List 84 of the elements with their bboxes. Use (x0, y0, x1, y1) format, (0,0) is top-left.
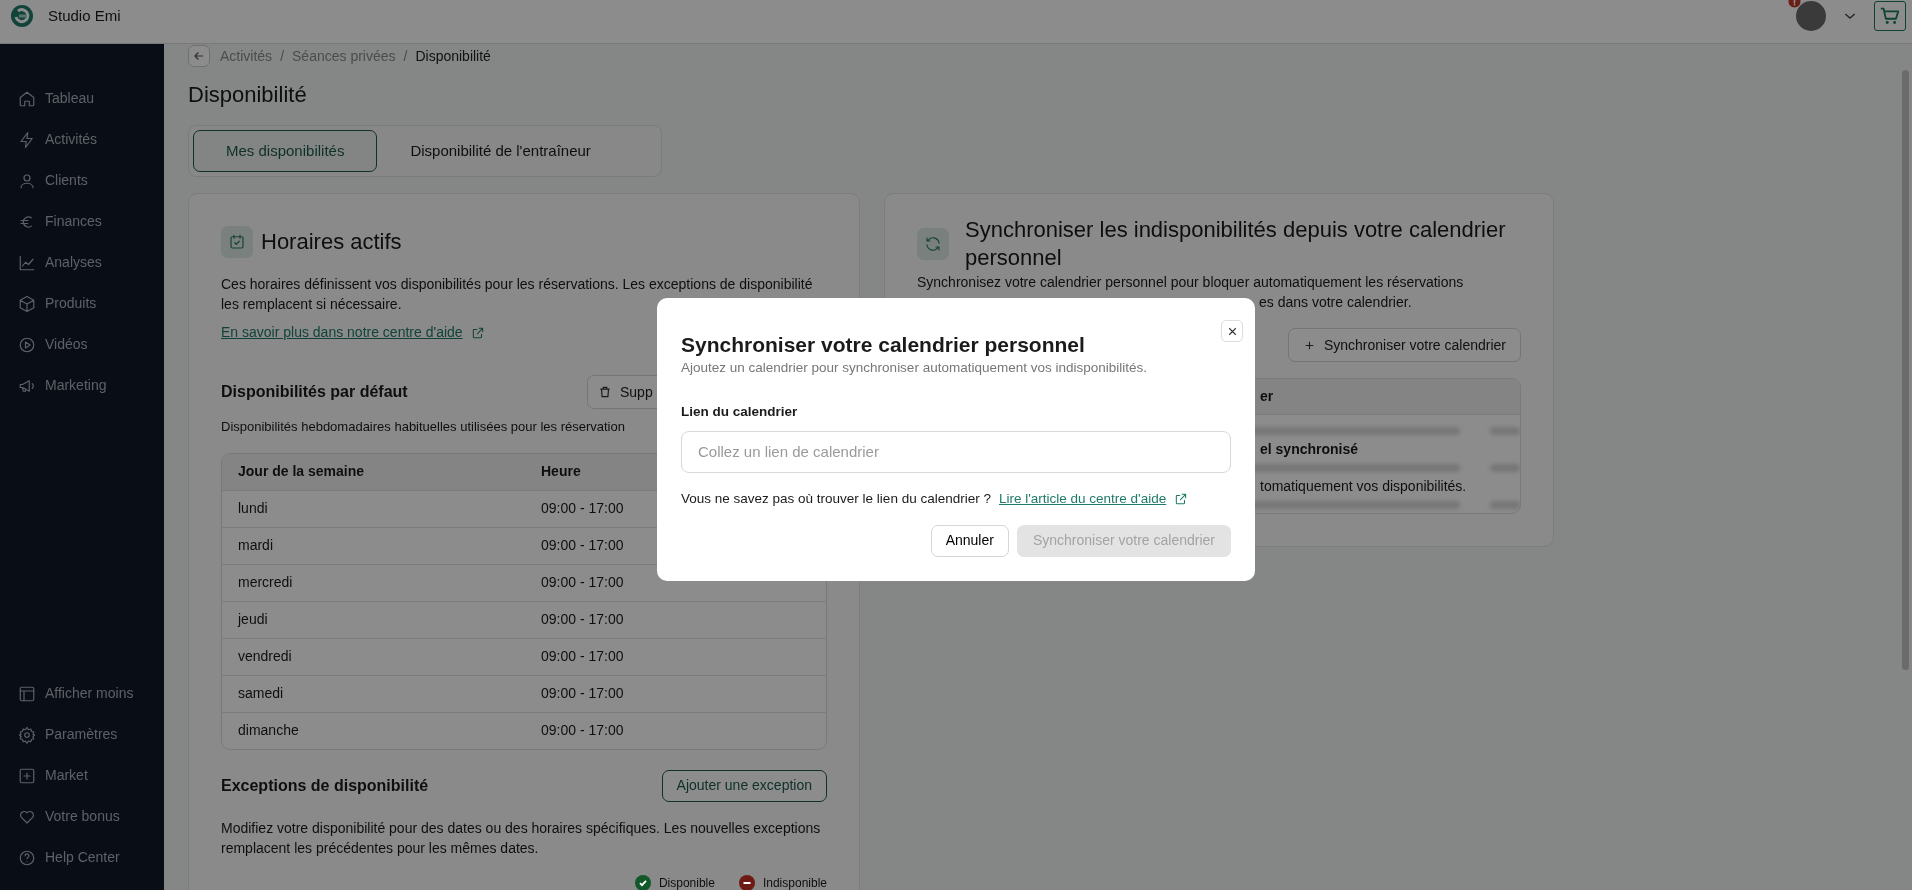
table-cell-text: 09:00 - 17:00 (541, 536, 624, 555)
breadcrumb-link[interactable]: Séances privées (292, 45, 396, 67)
back-button[interactable] (188, 45, 210, 67)
breadcrumb-link[interactable]: Activités (220, 45, 273, 67)
tab[interactable]: Mes disponibilités (193, 130, 378, 172)
section-title: Disponibilités par défaut (221, 382, 408, 402)
table-cell-text: 09:00 - 17:00 (541, 684, 624, 703)
sync-icon (917, 228, 949, 260)
cancel-button[interactable]: Annuler (930, 524, 1009, 557)
empty-state-text: tomatiquement vos disponibilités. (1260, 478, 1467, 494)
help-text: Vous ne savez pas où trouver le lien du calendrier ? (681, 489, 991, 508)
sync-calendar-button[interactable]: Synchroniser votre calendrier (1287, 328, 1521, 362)
help-icon (18, 848, 36, 867)
table-cell-text: vendredi (238, 647, 293, 666)
sidebar-item[interactable]: Market (0, 755, 164, 796)
sidebar-item[interactable]: Activités (0, 119, 164, 160)
add-exception-button[interactable]: Ajouter une exception (661, 769, 827, 802)
sidebar-item[interactable]: Paramètres (0, 714, 164, 755)
card-description: Ces horaires définissent vos disponibilités pour les réservations. Les exceptions de disponibilité les remplacent si nécessaire. (221, 275, 814, 314)
page-title: Disponibilité (188, 81, 308, 109)
brand-name: Studio Emi (48, 6, 121, 26)
table-cell-text: 09:00 - 17:00 (541, 721, 624, 740)
table-cell-text: dimanche (238, 721, 300, 740)
section-description: Modifiez votre disponibilité pour des dates ou des horaires spécifiques. Les nouvelles exceptions remplacent les précédentes pour les mêmes dates. (221, 818, 822, 858)
close-button[interactable] (1221, 320, 1243, 342)
lightning-icon (18, 130, 36, 149)
person-icon (18, 171, 36, 190)
help-link[interactable]: En savoir plus dans notre centre d'aide (221, 322, 485, 343)
sidebar-item[interactable]: Tableau (0, 78, 164, 119)
avatar[interactable] (1796, 1, 1826, 31)
logo-icon (10, 4, 34, 28)
card-title: Synchroniser les indisponibilités depuis votre calendrier personnel (965, 216, 1507, 272)
column-header: Heure (541, 462, 581, 481)
home-icon (18, 89, 36, 108)
column-header: Jour de la semaine (238, 462, 366, 481)
breadcrumb-separator: / (280, 46, 284, 66)
box-icon (18, 294, 36, 313)
card-title: Horaires actifs (261, 228, 402, 256)
table-cell-text: mardi (238, 536, 274, 555)
scrollbar[interactable] (1902, 70, 1909, 670)
empty-state-title: el synchronisé (1260, 441, 1359, 457)
card-description: Synchronisez votre calendrier personnel pour bloquer automatiquement les réservations (917, 273, 1465, 292)
external-link-icon (470, 325, 485, 340)
field-label: Lien du calendrier (681, 403, 799, 422)
cart-button[interactable] (1874, 0, 1906, 31)
sidebar-item[interactable]: Votre bonus (0, 796, 164, 837)
table-cell-text: samedi (238, 684, 285, 703)
table-cell-text: jeudi (238, 610, 269, 629)
table-cell-text: lundi (238, 499, 269, 518)
table-cell-text: 09:00 - 17:00 (541, 647, 624, 666)
trash-icon (598, 385, 612, 399)
table-cell-text: mercredi (238, 573, 294, 592)
section-title: Exceptions de disponibilité (221, 775, 429, 796)
line-chart-icon (18, 253, 36, 272)
table-cell-text: 09:00 - 17:00 (541, 573, 624, 592)
sidebar-item[interactable]: Clients (0, 160, 164, 201)
arrow-left-icon (192, 49, 206, 63)
sidebar-item[interactable]: Produits (0, 283, 164, 324)
panel-icon (18, 684, 36, 703)
sidebar-item[interactable]: Analyses (0, 242, 164, 283)
sidebar-item[interactable]: Help Center (0, 837, 164, 878)
sidebar-item[interactable]: Vidéos (0, 324, 164, 365)
plus-square-icon (18, 766, 36, 785)
card-description: es dans votre calendrier. (1258, 293, 1413, 312)
help-link[interactable]: Lire l'article du centre d'aide (998, 488, 1189, 509)
external-link-icon (1174, 491, 1189, 506)
sidebar-item[interactable]: Finances (0, 201, 164, 242)
section-description: Disponibilités hebdomadaires habituelles utilisées pour les réservation (221, 418, 626, 436)
calendar-icon (221, 226, 253, 258)
sidebar-item[interactable]: Afficher moins (0, 673, 164, 714)
breadcrumb-current: Disponibilité (415, 46, 491, 66)
tab[interactable]: Disponibilité de l'entraîneur (377, 130, 624, 172)
legend-label: Disponible (658, 874, 715, 890)
table-cell-text: 09:00 - 17:00 (541, 610, 624, 629)
column-header: er (1260, 387, 1274, 406)
sidebar-item[interactable]: Marketing (0, 365, 164, 406)
dialog-title: Synchroniser votre calendrier personnel (681, 332, 1086, 358)
table-cell-text: 09:00 - 17:00 (541, 499, 624, 518)
calendar-link-field[interactable]: Collez un lien de calendrier (681, 430, 1231, 473)
dialog-subtitle: Ajoutez un calendrier pour synchroniser automatiquement vos indisponibilités. (681, 359, 1148, 377)
breadcrumb-separator: / (403, 46, 408, 66)
legend-label: Indisponible (762, 874, 827, 890)
settings-icon (18, 725, 36, 744)
play-icon (18, 335, 36, 354)
